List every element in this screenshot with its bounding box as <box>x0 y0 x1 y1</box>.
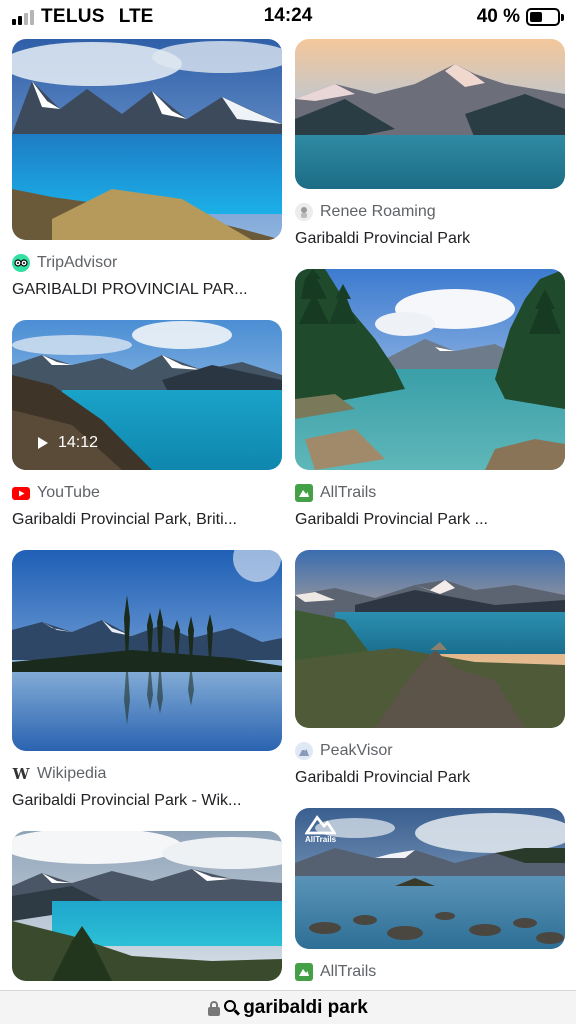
result-source: AllTrails <box>320 484 377 501</box>
result-title[interactable]: Garibaldi Provincial Park <box>295 769 565 787</box>
result-source: AllTrails <box>320 963 377 980</box>
result-card-wikipedia[interactable]: W Wikipedia Garibaldi Provincial Park - … <box>12 550 282 810</box>
result-thumbnail[interactable] <box>295 269 565 470</box>
lock-icon <box>208 1000 221 1016</box>
result-source: Wikipedia <box>37 765 107 782</box>
result-thumbnail[interactable] <box>12 39 282 240</box>
result-thumbnail[interactable]: AllTrails <box>295 808 565 949</box>
result-title[interactable]: Garibaldi Provincial Park <box>295 230 565 248</box>
result-source: TripAdvisor <box>37 254 118 271</box>
play-icon <box>38 437 48 449</box>
search-icon <box>224 999 241 1016</box>
result-card-youtube[interactable]: 14:12 YouTube Garibaldi Provincial Park,… <box>12 320 282 529</box>
result-source: Renee Roaming <box>320 203 436 220</box>
result-card-tripadvisor[interactable]: TripAdvisor GARIBALDI PROVINCIAL PAR... <box>12 39 282 299</box>
result-thumbnail[interactable] <box>12 550 282 751</box>
result-card-renee-roaming[interactable]: Renee Roaming Garibaldi Provincial Park <box>295 39 565 248</box>
search-query[interactable]: garibaldi park <box>243 997 368 1019</box>
result-title[interactable]: GARIBALDI PROVINCIAL PAR... <box>12 281 282 299</box>
search-bar[interactable]: garibaldi park <box>0 990 576 1024</box>
tripadvisor-owl-icon <box>12 254 30 272</box>
result-title[interactable]: Garibaldi Provincial Park - Wik... <box>12 792 282 810</box>
youtube-icon <box>12 484 30 502</box>
alltrails-watermark-text: AllTrails <box>305 834 337 844</box>
peakvisor-icon <box>295 742 313 760</box>
result-source: PeakVisor <box>320 742 393 759</box>
result-card-partial[interactable] <box>12 831 282 981</box>
renee-roaming-favicon <box>295 203 313 221</box>
result-card-alltrails-2[interactable]: AllTrails AllTrails <box>295 808 565 982</box>
video-duration-badge: 14:12 <box>38 434 98 452</box>
alltrails-icon <box>295 963 313 981</box>
result-thumbnail[interactable] <box>295 550 565 728</box>
alltrails-watermark-logo: AllTrails <box>305 814 337 844</box>
result-title[interactable]: Garibaldi Provincial Park, Briti... <box>12 511 282 529</box>
result-source: YouTube <box>37 484 100 501</box>
alltrails-icon <box>295 484 313 502</box>
result-card-alltrails[interactable]: AllTrails Garibaldi Provincial Park ... <box>295 269 565 529</box>
result-thumbnail[interactable] <box>295 39 565 189</box>
image-results-grid: TripAdvisor GARIBALDI PROVINCIAL PAR... <box>0 0 576 1024</box>
result-thumbnail[interactable] <box>12 831 282 981</box>
result-card-peakvisor[interactable]: PeakVisor Garibaldi Provincial Park <box>295 550 565 787</box>
wikipedia-icon: W <box>12 765 30 783</box>
video-thumbnail[interactable]: 14:12 <box>12 320 282 470</box>
video-duration: 14:12 <box>58 434 99 451</box>
result-title[interactable]: Garibaldi Provincial Park ... <box>295 511 565 529</box>
